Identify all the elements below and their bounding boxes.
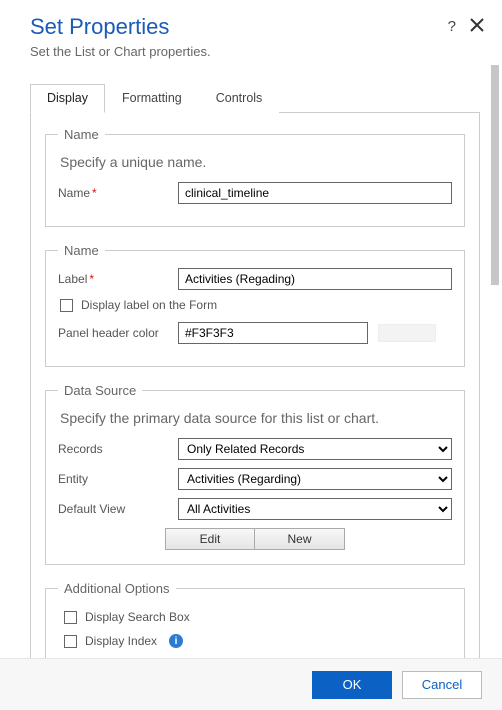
dialog-footer: OK Cancel (0, 658, 502, 710)
tab-display[interactable]: Display (30, 84, 105, 113)
scrollbar-thumb[interactable] (491, 65, 499, 285)
dialog-subtitle: Set the List or Chart properties. (30, 44, 482, 59)
label-panel-color: Panel header color (58, 326, 178, 340)
panel-color-swatch[interactable] (378, 324, 436, 342)
checkbox-display-index-text: Display Index (85, 634, 157, 648)
input-panel-color[interactable] (178, 322, 368, 344)
legend-additional: Additional Options (58, 581, 176, 596)
input-name[interactable] (178, 182, 452, 204)
tab-formatting[interactable]: Formatting (105, 84, 199, 113)
checkbox-display-label-text: Display label on the Form (81, 298, 217, 312)
fieldset-additional: Additional Options Display Search Box Di… (45, 581, 465, 658)
hint-datasource: Specify the primary data source for this… (60, 410, 452, 426)
scrollbar[interactable] (488, 63, 502, 658)
tab-strip: Display Formatting Controls (30, 83, 480, 113)
label-entity: Entity (58, 472, 178, 486)
checkbox-display-label-row[interactable]: Display label on the Form (60, 298, 452, 312)
legend-label: Name (58, 243, 105, 258)
help-icon[interactable]: ? (448, 18, 456, 36)
checkbox-display-index-row[interactable]: Display Index i (64, 634, 452, 648)
close-icon[interactable] (470, 18, 484, 36)
fieldset-label: Name Label* Display label on the Form Pa… (45, 243, 465, 367)
checkbox-display-index[interactable] (64, 635, 77, 648)
hint-name: Specify a unique name. (60, 154, 452, 170)
cancel-button[interactable]: Cancel (402, 671, 482, 699)
checkbox-search-box-row[interactable]: Display Search Box (64, 610, 452, 624)
label-default-view: Default View (58, 502, 178, 516)
dialog-title: Set Properties (30, 14, 482, 40)
new-button[interactable]: New (255, 528, 345, 550)
label-label: Label* (58, 272, 178, 286)
input-label[interactable] (178, 268, 452, 290)
select-records[interactable]: Only Related Records (178, 438, 452, 460)
checkbox-search-box[interactable] (64, 611, 77, 624)
tab-panel-display: Name Specify a unique name. Name* Name L… (30, 113, 480, 658)
label-records: Records (58, 442, 178, 456)
fieldset-datasource: Data Source Specify the primary data sou… (45, 383, 465, 565)
legend-datasource: Data Source (58, 383, 142, 398)
checkbox-search-box-text: Display Search Box (85, 610, 190, 624)
dialog-header: Set Properties Set the List or Chart pro… (0, 0, 502, 63)
legend-name: Name (58, 127, 105, 142)
checkbox-display-label[interactable] (60, 299, 73, 312)
set-properties-dialog: Set Properties Set the List or Chart pro… (0, 0, 502, 710)
label-name: Name* (58, 186, 178, 200)
tab-controls[interactable]: Controls (199, 84, 280, 113)
select-entity[interactable]: Activities (Regarding) (178, 468, 452, 490)
dialog-body: Display Formatting Controls Name Specify… (0, 63, 488, 658)
edit-button[interactable]: Edit (165, 528, 255, 550)
fieldset-name: Name Specify a unique name. Name* (45, 127, 465, 227)
select-default-view[interactable]: All Activities (178, 498, 452, 520)
info-icon[interactable]: i (169, 634, 183, 648)
ok-button[interactable]: OK (312, 671, 392, 699)
